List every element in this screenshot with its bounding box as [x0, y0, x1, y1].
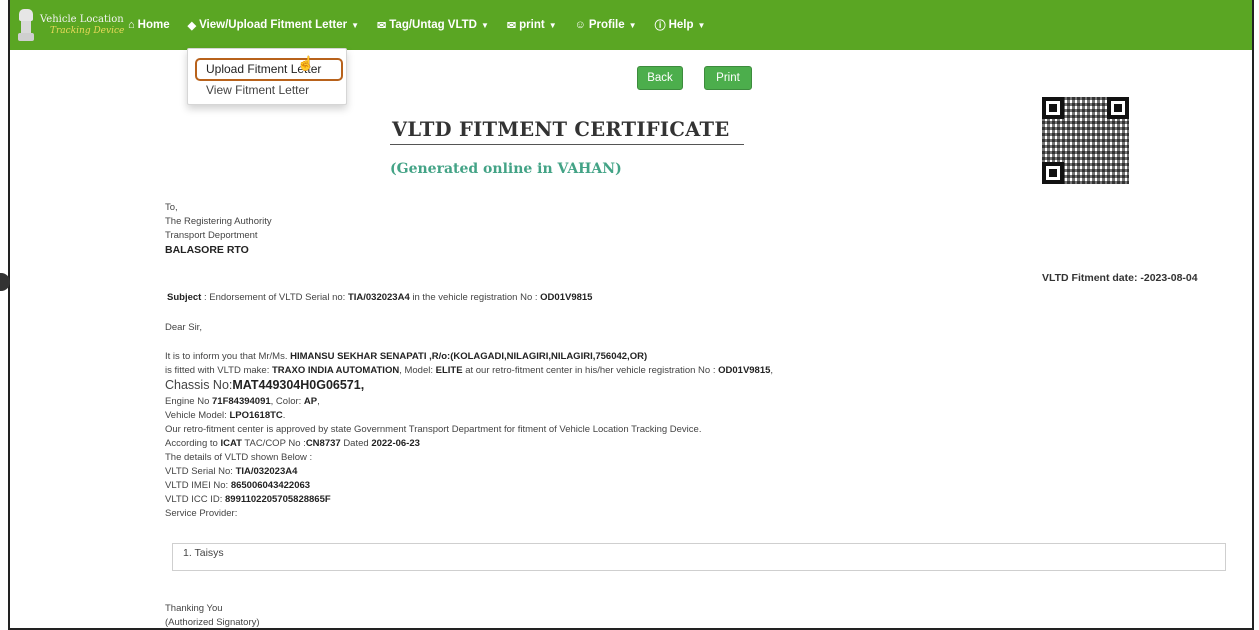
address-line-1: The Registering Authority — [165, 216, 272, 227]
menu-item-upload-fitment-letter[interactable]: Upload Fitment Letter — [195, 58, 343, 81]
subject-text-2: in the vehicle registration No : — [412, 292, 538, 303]
body-line-approved: Our retro-fitment center is approved by … — [165, 424, 702, 435]
nav-tag-untag[interactable]: ✉ Tag/Untag VLTD ▼ — [377, 19, 489, 32]
body-line-serial: VLTD Serial No: TIA/032023A4 — [165, 466, 297, 477]
nav-home-label: Home — [137, 19, 170, 31]
service-provider-label: Service Provider: — [165, 508, 238, 519]
salutation: Dear Sir, — [165, 322, 202, 333]
top-navbar: Vehicle Location Tracking Device ⌂ Home … — [10, 0, 1252, 50]
pointer-cursor-icon: ☝ — [297, 55, 315, 71]
closing-thanks: Thanking You — [165, 603, 223, 614]
nav-home[interactable]: ⌂ Home — [128, 19, 170, 31]
address-to: To, — [165, 202, 178, 213]
nav-profile-label: Profile — [588, 19, 625, 31]
fitted-middle: at our retro-fitment center in his/her v… — [465, 365, 716, 376]
nav-print-label: print — [519, 19, 545, 31]
back-button[interactable]: Back — [637, 66, 683, 90]
vltd-model: ELITE — [435, 365, 463, 376]
body-line-chassis: Chassis No:MAT449304H0G06571, — [165, 378, 364, 392]
service-provider-item: 1. Taisys — [183, 547, 224, 559]
chevron-down-icon: ▼ — [628, 20, 637, 30]
body-line-engine: Engine No 71F84394091, Color: AP, — [165, 396, 320, 407]
nav-fitment-letter-label: View/Upload Fitment Letter — [199, 19, 348, 31]
dated-prefix: Dated — [343, 438, 369, 449]
engine-prefix: Engine No — [165, 396, 210, 407]
chassis-prefix: Chassis No: — [165, 378, 233, 392]
vmodel-prefix: Vehicle Model: — [165, 410, 227, 421]
owner-name: HIMANSU SEKHAR SENAPATI ,R/o:(KOLAGADI,N… — [290, 351, 648, 362]
nav-help[interactable]: ⓘ Help ▼ — [655, 17, 706, 33]
vltd-make: TRAXO INDIA AUTOMATION — [272, 365, 400, 376]
chevron-down-icon: ▼ — [480, 20, 489, 30]
icat-prefix: According to — [165, 438, 218, 449]
info-icon: ⓘ — [654, 20, 666, 32]
nav-profile[interactable]: ☺ Profile ▼ — [575, 19, 637, 31]
address-line-2: Transport Deportment — [165, 230, 258, 241]
title-underline — [390, 144, 744, 145]
nav-help-label: Help — [668, 19, 694, 31]
certificate-subtitle: (Generated online in VAHAN) — [390, 161, 622, 177]
user-icon: ☺ — [574, 19, 586, 31]
body-line-details: The details of VLTD shown Below : — [165, 452, 313, 463]
nav-menu: ⌂ Home ◆ View/Upload Fitment Letter ▼ ✉ … — [128, 0, 723, 50]
tac-no: CN8737 — [305, 438, 341, 449]
body-line-icat: According to ICAT TAC/COP No :CN8737 Dat… — [165, 438, 420, 449]
vltd-imei: 865006043422063 — [230, 480, 311, 491]
tac-date: 2022-06-23 — [371, 438, 420, 449]
imei-prefix: VLTD IMEI No: — [165, 480, 229, 491]
icc-prefix: VLTD ICC ID: — [165, 494, 223, 505]
nav-print[interactable]: ✉ print ▼ — [507, 19, 557, 32]
chevron-down-icon: ▼ — [351, 20, 360, 30]
vehicle-color: AP — [303, 396, 318, 407]
subject-line: Subject : Endorsement of VLTD Serial no:… — [167, 292, 592, 303]
address-line-3: BALASORE RTO — [165, 244, 249, 256]
serial-prefix: VLTD Serial No: — [165, 466, 233, 477]
body-line-imei: VLTD IMEI No: 865006043422063 — [165, 480, 310, 491]
body-line-vmodel: Vehicle Model: LPO1618TC. — [165, 410, 286, 421]
paperclip-icon: ✉ — [506, 19, 517, 32]
state-emblem-icon — [16, 7, 36, 43]
qr-code — [1039, 94, 1132, 187]
icat-label: ICAT — [220, 438, 242, 449]
body-line-owner: It is to inform you that Mr/Ms. HIMANSU … — [165, 351, 647, 362]
brand-logo[interactable]: Vehicle Location Tracking Device — [10, 0, 128, 50]
certificate-title: VLTD FITMENT CERTIFICATE — [392, 118, 730, 141]
menu-item-view-fitment-letter[interactable]: View Fitment Letter — [206, 83, 309, 97]
home-icon: ⌂ — [128, 19, 135, 31]
page-frame: Vehicle Location Tracking Device ⌂ Home … — [8, 0, 1254, 630]
inform-prefix: It is to inform you that Mr/Ms. — [165, 351, 288, 362]
print-button[interactable]: Print — [704, 66, 752, 90]
fitment-date: VLTD Fitment date: -2023-08-04 — [1042, 272, 1198, 284]
body-line-fitted: is fitted with VLTD make: TRAXO INDIA AU… — [165, 365, 774, 376]
fitment-letter-dropdown: Upload Fitment Letter ☝ View Fitment Let… — [187, 48, 347, 105]
closing-signatory: (Authorized Signatory) — [165, 617, 260, 628]
brand-subtitle: Tracking Device — [50, 25, 125, 36]
chassis-no: MAT449304H0G06571, — [232, 378, 365, 392]
body-line-icc: VLTD ICC ID: 8991102205705828865F — [165, 494, 331, 505]
subject-text-1: : Endorsement of VLTD Serial no: — [203, 292, 346, 303]
vltd-icc: 8991102205705828865F — [225, 494, 331, 505]
chevron-down-icon: ▼ — [548, 20, 557, 30]
tags-icon: ◆ — [187, 19, 197, 32]
subject-label: Subject — [167, 292, 202, 303]
engine-no: 71F84394091 — [212, 396, 271, 407]
nav-fitment-letter[interactable]: ◆ View/Upload Fitment Letter ▼ — [188, 19, 359, 32]
subject-serial: TIA/032023A4 — [347, 292, 410, 303]
fitted-prefix: is fitted with VLTD make: — [165, 365, 270, 376]
link-icon: ✉ — [377, 19, 387, 32]
chevron-down-icon: ▼ — [697, 20, 706, 30]
brand-title: Vehicle Location — [40, 14, 124, 26]
vehicle-model: LPO1618TC — [229, 410, 283, 421]
subject-reg: OD01V9815 — [540, 292, 593, 303]
color-prefix: , Color: — [270, 396, 302, 407]
tac-prefix: TAC/COP No : — [244, 438, 306, 449]
vehicle-reg: OD01V9815 — [718, 365, 771, 376]
service-provider-box: 1. Taisys — [172, 543, 1226, 571]
nav-tag-untag-label: Tag/Untag VLTD — [389, 19, 477, 31]
model-prefix: , Model: — [399, 365, 433, 376]
vltd-serial: TIA/032023A4 — [235, 466, 298, 477]
